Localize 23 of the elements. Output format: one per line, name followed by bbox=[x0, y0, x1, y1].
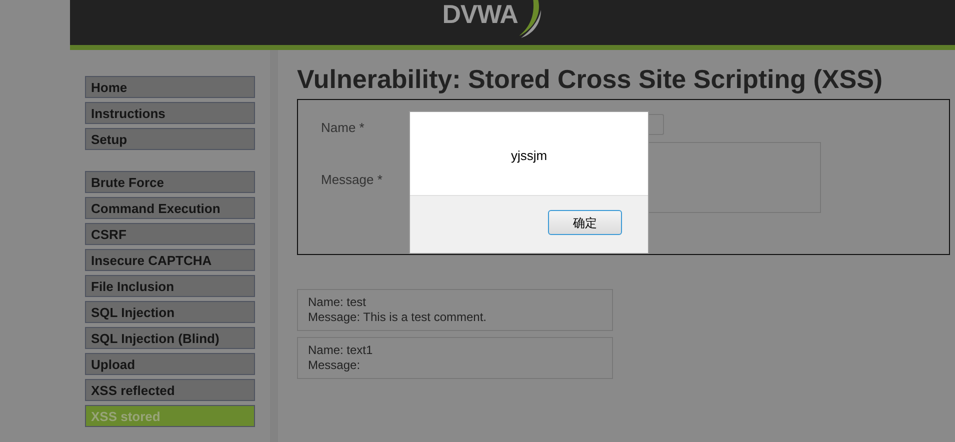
logo: DVWA bbox=[442, 0, 518, 28]
page-title: Vulnerability: Stored Cross Site Scripting (XSS) bbox=[297, 63, 884, 95]
nav-link[interactable]: CSRF bbox=[85, 223, 255, 245]
nav-link[interactable]: File Inclusion bbox=[85, 275, 255, 297]
nav-link[interactable]: Command Execution bbox=[85, 197, 255, 219]
name-label: Name * bbox=[321, 119, 364, 137]
nav-link[interactable]: Home bbox=[85, 76, 255, 98]
comment-name: Name: text1 bbox=[308, 343, 374, 358]
comment-name: Name: test bbox=[308, 295, 368, 310]
nav-link[interactable]: SQL Injection (Blind) bbox=[85, 327, 255, 349]
swoosh-icon bbox=[518, 0, 543, 38]
ok-button[interactable]: 确定 bbox=[548, 210, 622, 235]
comment-message: Message: This is a test comment. bbox=[308, 310, 488, 325]
nav-link[interactable]: SQL Injection bbox=[85, 301, 255, 323]
nav-link[interactable]: XSS reflected bbox=[85, 379, 255, 401]
message-label: Message * bbox=[321, 171, 382, 189]
nav-link[interactable]: Upload bbox=[85, 353, 255, 375]
comment-message: Message: bbox=[308, 358, 362, 373]
nav-link[interactable]: Insecure CAPTCHA bbox=[85, 249, 255, 271]
alert-message: yjssjm bbox=[510, 147, 548, 162]
nav-link[interactable]: Instructions bbox=[85, 102, 255, 124]
nav-link[interactable]: Brute Force bbox=[85, 171, 255, 193]
nav-link[interactable]: Setup bbox=[85, 128, 255, 150]
